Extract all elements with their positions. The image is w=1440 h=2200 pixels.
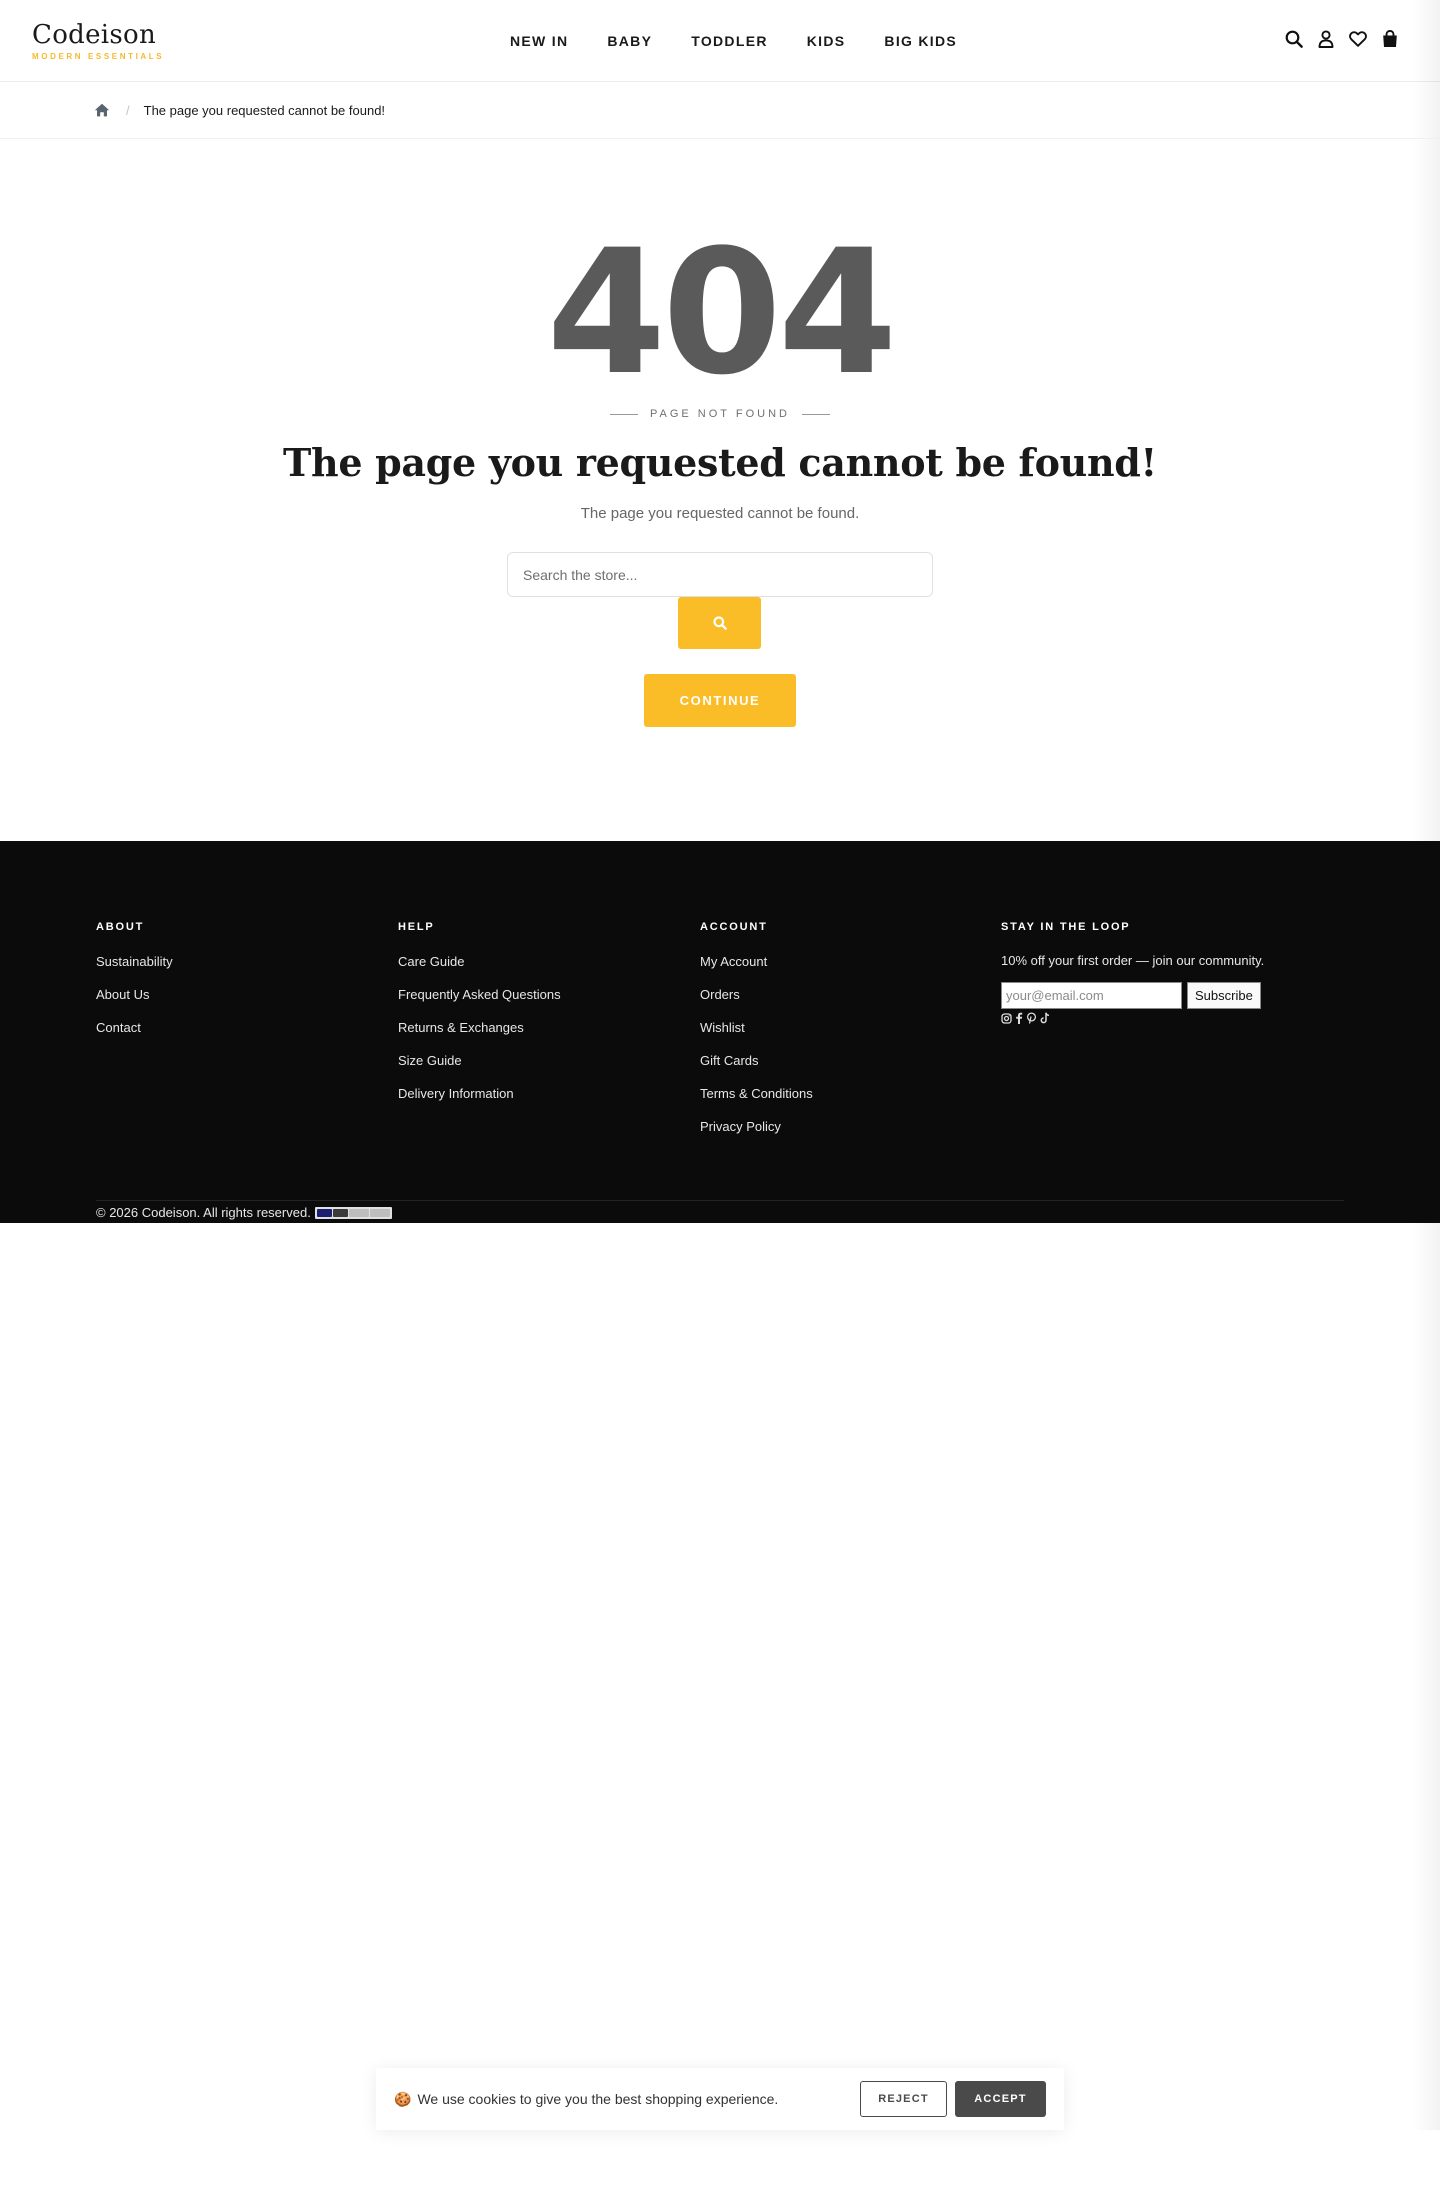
payment-icons: [314, 1206, 392, 1219]
not-found-section: 404 PAGE NOT FOUND The page you requeste…: [0, 140, 1440, 840]
breadcrumb-separator: /: [126, 102, 130, 118]
page-not-found-text: PAGE NOT FOUND: [650, 408, 790, 420]
page-title: The page you requested cannot be found!: [283, 440, 1157, 485]
newsletter-form: Subscribe: [1001, 982, 1264, 1009]
logo-tagline: MODERN ESSENTIALS: [32, 52, 165, 61]
page-not-found-label: PAGE NOT FOUND: [0, 408, 1440, 420]
footer-newsletter: STAY IN THE LOOP 10% off your first orde…: [1001, 921, 1264, 1024]
footer-column-account: ACCOUNT My Account Orders Wishlist Gift …: [700, 921, 813, 1151]
footer-column-help: HELP Care Guide Frequently Asked Questio…: [398, 921, 561, 1118]
logo-name: Codeison: [32, 20, 157, 50]
footer-link-my-account[interactable]: My Account: [700, 953, 813, 986]
error-message: The page you requested cannot be found.: [580, 505, 860, 522]
site-header: Codeison MODERN ESSENTIALS NEW IN BABY T…: [0, 0, 1440, 82]
social-links: [1001, 1012, 1264, 1024]
footer-heading: HELP: [398, 921, 435, 933]
tiktok-icon[interactable]: [1040, 1012, 1050, 1024]
account-icon[interactable]: [1316, 28, 1336, 50]
header-actions: [1284, 28, 1400, 50]
footer-link-about-us[interactable]: About Us: [96, 986, 173, 1019]
googlepay-icon: [369, 1208, 390, 1217]
facebook-icon[interactable]: [1015, 1012, 1023, 1024]
footer-heading: ACCOUNT: [700, 921, 768, 933]
cart-icon[interactable]: [1380, 28, 1400, 50]
nav-item-new-in[interactable]: NEW IN: [510, 33, 568, 49]
main-nav: NEW IN BABY TODDLER KIDS BIG KIDS: [510, 0, 957, 82]
accept-cookies-button[interactable]: ACCEPT: [955, 2081, 1046, 2117]
footer-column-about: ABOUT Sustainability About Us Contact: [96, 921, 173, 1052]
cookie-banner: 🍪 We use cookies to give you the best sh…: [376, 2068, 1064, 2130]
footer-divider: [96, 1200, 1344, 1201]
nav-item-baby[interactable]: BABY: [607, 33, 652, 49]
search-button[interactable]: [678, 597, 761, 649]
nav-item-big-kids[interactable]: BIG KIDS: [884, 33, 957, 49]
footer-link-faq[interactable]: Frequently Asked Questions: [398, 986, 561, 1019]
footer-bottom: © 2026 Codeison. All rights reserved.: [96, 1205, 392, 1220]
footer-link-orders[interactable]: Orders: [700, 986, 813, 1019]
search-icon: [712, 616, 727, 630]
footer-link-returns[interactable]: Returns & Exchanges: [398, 1019, 561, 1052]
subscribe-button[interactable]: Subscribe: [1187, 982, 1261, 1009]
footer-link-terms[interactable]: Terms & Conditions: [700, 1085, 813, 1118]
search-icon[interactable]: [1284, 28, 1304, 50]
wishlist-icon[interactable]: [1348, 28, 1368, 50]
footer-link-gift-cards[interactable]: Gift Cards: [700, 1052, 813, 1085]
pinterest-icon[interactable]: [1026, 1012, 1037, 1024]
footer-heading: ABOUT: [96, 921, 145, 933]
breadcrumb-current: The page you requested cannot be found!: [143, 102, 386, 118]
email-field[interactable]: [1001, 982, 1182, 1009]
footer-link-care-guide[interactable]: Care Guide: [398, 953, 561, 986]
footer-link-size-guide[interactable]: Size Guide: [398, 1052, 561, 1085]
error-code: 404: [546, 212, 897, 413]
reject-cookies-button[interactable]: REJECT: [860, 2081, 947, 2117]
mastercard-icon: [332, 1208, 348, 1217]
footer-link-sustainability[interactable]: Sustainability: [96, 953, 173, 986]
footer-heading: STAY IN THE LOOP: [1001, 921, 1131, 933]
divider-line-left: [610, 413, 638, 415]
footer-link-wishlist[interactable]: Wishlist: [700, 1019, 813, 1052]
footer-link-privacy[interactable]: Privacy Policy: [700, 1118, 813, 1151]
site-footer: ABOUT Sustainability About Us Contact HE…: [0, 841, 1440, 1223]
logo[interactable]: Codeison MODERN ESSENTIALS: [32, 20, 164, 61]
visa-icon: [316, 1208, 332, 1217]
search-input[interactable]: [507, 552, 933, 597]
home-icon[interactable]: [94, 103, 110, 117]
copyright-text: © 2026 Codeison. All rights reserved.: [96, 1205, 311, 1220]
continue-button[interactable]: CONTINUE: [644, 674, 796, 727]
nav-item-toddler[interactable]: TODDLER: [691, 33, 768, 49]
newsletter-promo: 10% off your first order — join our comm…: [1001, 953, 1265, 968]
footer-link-contact[interactable]: Contact: [96, 1019, 173, 1052]
cookie-message: We use cookies to give you the best shop…: [417, 2091, 779, 2107]
footer-link-delivery[interactable]: Delivery Information: [398, 1085, 561, 1118]
divider-line-right: [802, 413, 830, 415]
cookie-icon: 🍪: [394, 2090, 412, 2107]
instagram-icon[interactable]: [1001, 1012, 1012, 1024]
breadcrumb: / The page you requested cannot be found…: [0, 82, 1440, 139]
nav-item-kids[interactable]: KIDS: [807, 33, 846, 49]
applepay-icon: [348, 1208, 369, 1217]
